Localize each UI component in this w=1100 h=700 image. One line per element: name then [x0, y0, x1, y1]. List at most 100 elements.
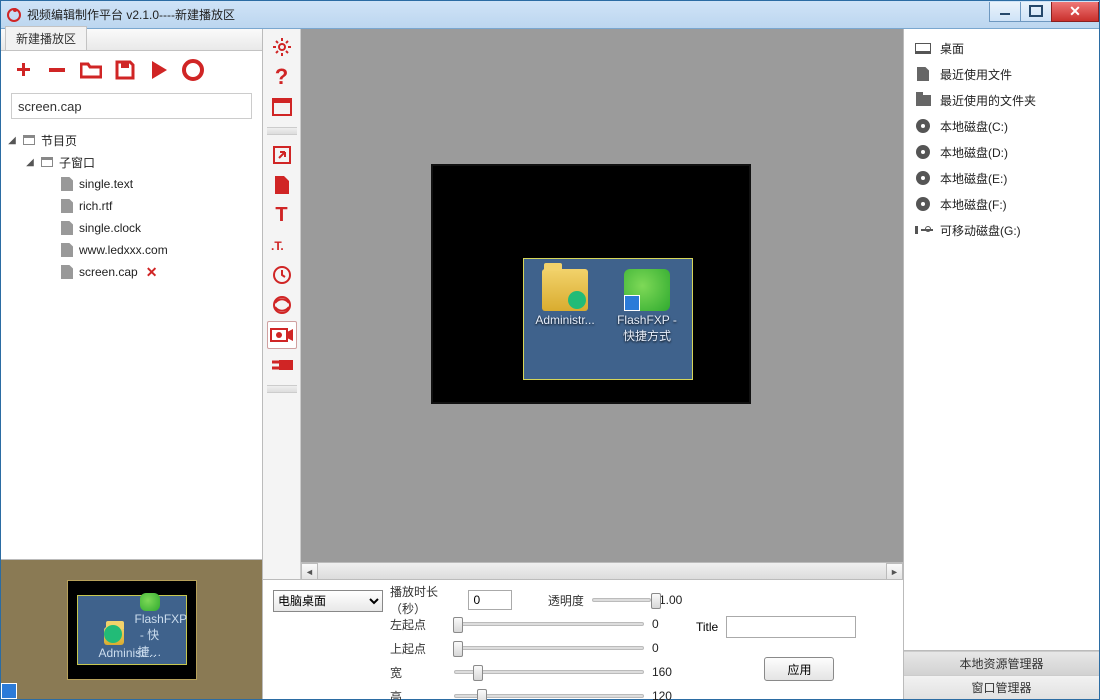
source-select[interactable]: 电脑桌面 [273, 590, 383, 612]
project-tree[interactable]: ◢ 节目页 ◢ 子窗口 single.text rich.rtf [1, 125, 262, 559]
title-label: Title [696, 620, 718, 634]
window-icon [39, 154, 55, 170]
file-icon [59, 198, 75, 214]
tree-item[interactable]: www.ledxxx.com [5, 239, 258, 261]
stage[interactable]: Administr... FlashFXP - 快捷方式 [431, 164, 751, 404]
save-button[interactable] [113, 58, 137, 82]
location-disk-c[interactable]: 本地磁盘(C:) [908, 113, 1095, 139]
location-desktop[interactable]: 桌面 [908, 35, 1095, 61]
scroll-right-icon[interactable]: ► [886, 563, 903, 580]
file-icon [59, 220, 75, 236]
minimize-button[interactable] [989, 2, 1021, 22]
properties-panel: 电脑桌面 播放时长（秒） 透明度 1.00 左起点 [263, 579, 903, 699]
tool-tower: ? T .T. [263, 29, 301, 579]
expand-icon[interactable]: ◢ [5, 135, 19, 146]
tree-child-window[interactable]: ◢ 子窗口 [5, 151, 258, 173]
apply-button[interactable]: 应用 [764, 657, 834, 681]
delete-icon[interactable]: ✕ [146, 264, 158, 281]
tree-root-label: 节目页 [41, 132, 77, 149]
thumbnail-preview: Administ… FlashFXP - 快捷… [1, 559, 262, 699]
width-label: 宽 [386, 664, 446, 681]
titlebar: 视频编辑制作平台 v2.1.0----新建播放区 [1, 1, 1099, 29]
svg-text:.T.: .T. [271, 239, 284, 253]
tree-root[interactable]: ◢ 节目页 [5, 129, 258, 151]
locations-list: 桌面 最近使用文件 最近使用的文件夹 本地磁盘(C:) 本地磁盘(D:) 本地磁… [904, 29, 1099, 650]
app-icon [7, 8, 21, 22]
duration-input[interactable] [468, 590, 512, 610]
location-disk-e[interactable]: 本地磁盘(E:) [908, 165, 1095, 191]
document-icon [914, 66, 932, 82]
search-input[interactable] [11, 93, 252, 119]
horizontal-scrollbar[interactable]: ◄ ► [301, 562, 903, 579]
clock-tool-icon[interactable] [267, 261, 297, 289]
width-value: 160 [652, 665, 696, 679]
height-label: 高 [386, 688, 446, 700]
expand-icon[interactable]: ◢ [23, 157, 37, 168]
capture-region[interactable]: Administr... FlashFXP - 快捷方式 [523, 258, 693, 380]
tool-separator [267, 127, 297, 135]
thumb-icon: Administ… [99, 627, 129, 660]
right-panel: 桌面 最近使用文件 最近使用的文件夹 本地磁盘(C:) 本地磁盘(D:) 本地磁… [903, 29, 1099, 699]
left-label: 左起点 [386, 616, 446, 633]
opacity-slider[interactable] [592, 598, 651, 602]
location-disk-f[interactable]: 本地磁盘(F:) [908, 191, 1095, 217]
right-tabs: 本地资源管理器 窗口管理器 [904, 650, 1099, 699]
title-input[interactable] [726, 616, 856, 638]
add-button[interactable] [11, 58, 35, 82]
program-tool-icon[interactable] [267, 93, 297, 121]
file-icon [59, 242, 75, 258]
tree-item-selected[interactable]: screen.cap ✕ [5, 261, 258, 283]
height-slider[interactable] [454, 694, 644, 698]
maximize-button[interactable] [1020, 2, 1052, 22]
help-tool-icon[interactable]: ? [267, 63, 297, 91]
record-button[interactable] [181, 58, 205, 82]
tab-new-playzone[interactable]: 新建播放区 [5, 26, 87, 50]
height-value: 120 [652, 689, 696, 700]
richtext-tool-icon[interactable]: .T. [267, 231, 297, 259]
left-panel: 新建播放区 ◢ 节目页 ◢ [1, 29, 263, 699]
web-tool-icon[interactable] [267, 291, 297, 319]
remove-button[interactable] [45, 58, 69, 82]
disk-icon [914, 144, 932, 160]
text-tool-icon[interactable]: T [267, 201, 297, 229]
location-disk-d[interactable]: 本地磁盘(D:) [908, 139, 1095, 165]
plugin-tool-icon[interactable] [267, 351, 297, 379]
usb-icon [914, 222, 932, 238]
left-value: 0 [652, 617, 696, 631]
tab-local-explorer[interactable]: 本地资源管理器 [904, 651, 1099, 675]
tab-window-manager[interactable]: 窗口管理器 [904, 675, 1099, 699]
app-window: 视频编辑制作平台 v2.1.0----新建播放区 新建播放区 [0, 0, 1100, 700]
play-button[interactable] [147, 58, 171, 82]
thumb-icon: FlashFXP - 快捷… [135, 593, 165, 660]
window-title: 视频编辑制作平台 v2.1.0----新建播放区 [27, 6, 990, 23]
open-button[interactable] [79, 58, 103, 82]
settings-tool-icon[interactable] [267, 33, 297, 61]
file-icon [59, 264, 75, 280]
scroll-left-icon[interactable]: ◄ [301, 563, 318, 580]
folder-icon [914, 92, 932, 108]
close-button[interactable] [1051, 2, 1099, 22]
capture-tool-icon[interactable] [267, 321, 297, 349]
top-label: 上起点 [386, 640, 446, 657]
tree-child-label: 子窗口 [59, 154, 95, 171]
disk-icon [914, 118, 932, 134]
opacity-label: 透明度 [544, 592, 584, 609]
export-tool-icon[interactable] [267, 141, 297, 169]
left-toolbar [1, 51, 262, 89]
top-slider[interactable] [454, 646, 644, 650]
desktop-icon-folder: Administr... [530, 269, 600, 379]
tree-item[interactable]: single.text [5, 173, 258, 195]
duration-label: 播放时长（秒） [386, 583, 461, 617]
opacity-value: 1.00 [659, 593, 696, 607]
newdoc-tool-icon[interactable] [267, 171, 297, 199]
location-recent-files[interactable]: 最近使用文件 [908, 61, 1095, 87]
location-recent-folders[interactable]: 最近使用的文件夹 [908, 87, 1095, 113]
width-slider[interactable] [454, 670, 644, 674]
left-slider[interactable] [454, 622, 644, 626]
canvas[interactable]: Administr... FlashFXP - 快捷方式 [301, 29, 903, 562]
tree-item[interactable]: rich.rtf [5, 195, 258, 217]
location-removable-g[interactable]: 可移动磁盘(G:) [908, 217, 1095, 243]
window-controls [990, 2, 1099, 22]
desktop-icon-flashfxp: FlashFXP - 快捷方式 [612, 269, 682, 379]
tree-item[interactable]: single.clock [5, 217, 258, 239]
